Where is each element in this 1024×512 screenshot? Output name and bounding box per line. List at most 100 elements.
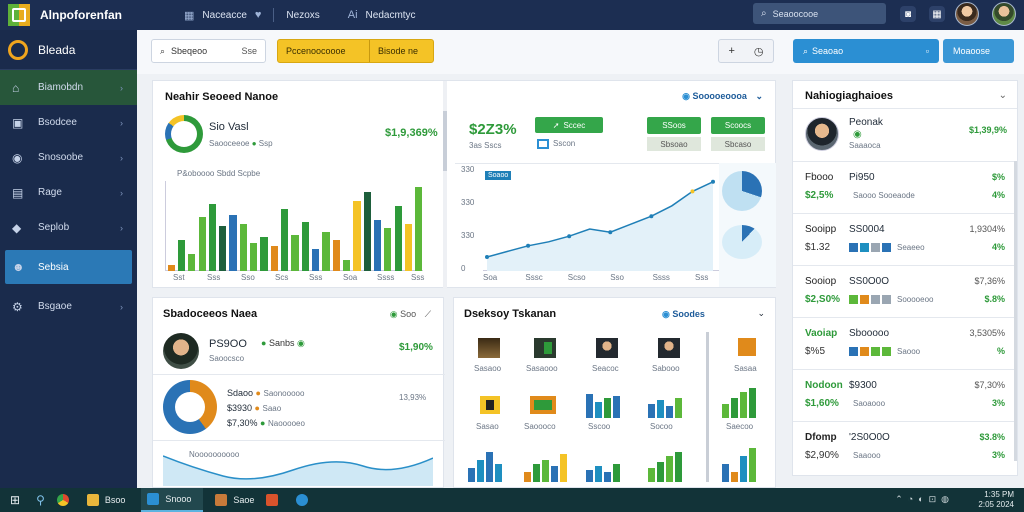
secondary-button[interactable]: Moaoose xyxy=(943,39,1014,63)
bar xyxy=(394,205,402,271)
tile-label: Socoo xyxy=(650,422,673,431)
mini-bar xyxy=(722,404,729,418)
top-nav-item[interactable]: Nezoxs xyxy=(286,10,319,21)
tile[interactable] xyxy=(530,396,556,414)
list-item[interactable]: Dfomp $2,90% '2S0O0O Saaooo $3.8% 3% xyxy=(793,421,1015,472)
legend-swatch xyxy=(860,294,869,304)
tiles-panel: Dseksoy Tskanan ◉ Soodes ⌄ Sasaoo Sasaoo… xyxy=(453,297,776,488)
chevron-down-icon[interactable]: ⌄ xyxy=(757,308,765,319)
scrollbar[interactable] xyxy=(706,332,709,482)
avatar[interactable] xyxy=(658,338,680,358)
legend-swatch xyxy=(849,294,858,304)
dot-icon: ◉ xyxy=(853,129,862,140)
badge-b[interactable]: Scoocs xyxy=(711,117,765,134)
chevron-down-icon[interactable]: ⌄ xyxy=(999,90,1007,101)
filter-search-input[interactable]: ⌕ Sbeqeoo Sse xyxy=(151,39,266,63)
tile[interactable] xyxy=(480,396,500,414)
home-icon: ⌂ xyxy=(12,80,20,95)
search-icon[interactable]: ⚲ xyxy=(30,488,51,512)
clock[interactable]: 1:35 PM 2:05 2024 xyxy=(978,490,1014,510)
top-search-input[interactable]: ⌕ Seaoocooe xyxy=(753,3,886,24)
sidebar-item-shield[interactable]: ◆ Seplob › xyxy=(0,210,137,245)
sidebar-item-doc[interactable]: ▤ Rage › xyxy=(0,175,137,210)
avatar[interactable] xyxy=(163,333,199,369)
segment-button-right[interactable]: Bisode ne xyxy=(370,46,418,56)
mini-bar xyxy=(524,472,531,482)
row-pct: $7,30% xyxy=(974,380,1005,390)
line-subtitle-2: Sscon xyxy=(537,139,575,149)
add-icon[interactable]: + xyxy=(728,45,734,57)
browser-icon[interactable] xyxy=(51,488,81,512)
mini-bar xyxy=(675,452,682,482)
top-nav-item[interactable]: Naceacce xyxy=(202,10,246,21)
panel-header-action[interactable]: ◉ Soo ⟋ xyxy=(390,309,431,320)
bar xyxy=(270,246,278,271)
panel-title: Nahiogiaghaioes xyxy=(805,90,894,102)
start-button[interactable]: ⊞ xyxy=(0,488,30,512)
sidebar-item-settings[interactable]: ⚙ Bsgaoe › xyxy=(0,289,137,324)
legend-swatch xyxy=(860,242,869,252)
bar xyxy=(363,192,371,271)
eye-icon: ◉ xyxy=(12,150,23,165)
mini-bar xyxy=(604,472,611,482)
bar xyxy=(167,265,175,271)
sidebar-item-home[interactable]: ⌂ Biamobdn › xyxy=(0,70,137,105)
sidebar-item-eye[interactable]: ◉ Snosoobe › xyxy=(0,140,137,175)
tile[interactable] xyxy=(738,338,756,356)
mini-bar xyxy=(586,394,593,418)
row-pct-2: % xyxy=(996,346,1005,356)
x-tick-label: Scs xyxy=(275,273,289,282)
scrollbar[interactable] xyxy=(443,81,447,289)
panel-header-action[interactable]: ◉ Soodes xyxy=(662,309,705,320)
top-nav-item[interactable]: Nedacmtyc xyxy=(366,10,416,21)
panel-header-action[interactable]: ◉ Sooooeoooa ⌄ xyxy=(682,91,763,102)
row-label: Dfomp xyxy=(805,432,837,443)
avatar[interactable] xyxy=(805,117,839,151)
top-nav: ▦ Naceacce ♥ Nezoxs Ai Nedacmtyc xyxy=(184,8,416,22)
close-icon[interactable]: ⟋ xyxy=(425,309,431,319)
row-pct-2: 4% xyxy=(991,190,1005,200)
segment-button-left[interactable]: Pccenoocoooe xyxy=(278,40,370,62)
mini-bar xyxy=(731,472,738,482)
list-item[interactable]: Sooiop $2,S0% SS0O0O Sooooeoo $7,36% $.8… xyxy=(793,265,1015,316)
list-item[interactable]: Fbooo $2,5% Pi950 Saooo Sooeaode $% 4% xyxy=(793,161,1015,212)
taskbar-app-icon[interactable] xyxy=(260,488,290,512)
sidebar-brand[interactable]: Bleada xyxy=(0,30,137,70)
segmented-button[interactable]: Pccenoocoooe Bisode ne xyxy=(277,39,434,63)
row-desc: Seaeeo xyxy=(849,242,925,253)
mini-bar-chart xyxy=(586,458,626,482)
area-chart xyxy=(163,455,433,486)
calendar-icon[interactable]: ▦ xyxy=(929,6,945,22)
app-title: Alnpoforenfan xyxy=(40,8,122,22)
taskbar-app-icon[interactable] xyxy=(290,488,320,512)
mini-bar-chart xyxy=(648,450,688,482)
legend-swatch xyxy=(871,242,880,252)
clock-icon[interactable]: ◷ xyxy=(754,45,764,58)
list-item[interactable]: Nodoon $1,60% $9300 Saoaooo $7,30% 3% xyxy=(793,369,1015,420)
camera-icon[interactable]: ◙ xyxy=(900,6,916,22)
bar xyxy=(198,217,206,271)
tile[interactable] xyxy=(478,338,500,358)
bar xyxy=(404,223,413,271)
badge-a[interactable]: SSoos xyxy=(647,117,701,134)
bar xyxy=(208,203,217,271)
avatar[interactable] xyxy=(992,2,1016,26)
sidebar-item-folder[interactable]: ▣ Bsodcee › xyxy=(0,105,137,140)
taskbar-item[interactable]: Snooo xyxy=(141,488,204,512)
taskbar-item[interactable]: Saoe xyxy=(209,488,260,512)
scrollbar[interactable] xyxy=(1014,161,1017,461)
tile[interactable] xyxy=(534,338,556,358)
x-tick-label: Soa xyxy=(483,273,498,282)
mini-bar xyxy=(560,454,567,482)
sidebar-item-users[interactable]: ☻ Sebsia xyxy=(5,250,132,284)
avatar[interactable] xyxy=(955,2,979,26)
bar xyxy=(219,226,227,271)
list-item[interactable]: Sooipp $1.32 SS0004 Seaeeo 1,9304% 4% xyxy=(793,213,1015,264)
list-item[interactable]: Vaoiap $%5 Sbooooo Saooo 3,5305% % xyxy=(793,317,1015,368)
legend-swatch xyxy=(849,346,858,356)
x-tick-label: Sss xyxy=(695,273,709,282)
primary-search-button[interactable]: ⌕ Seaoao ▫ xyxy=(793,39,939,63)
system-tray-icons[interactable]: ⌃◔◐⊡◍ xyxy=(895,494,954,505)
avatar[interactable] xyxy=(596,338,618,358)
taskbar-item[interactable]: Bsoo xyxy=(81,488,132,512)
